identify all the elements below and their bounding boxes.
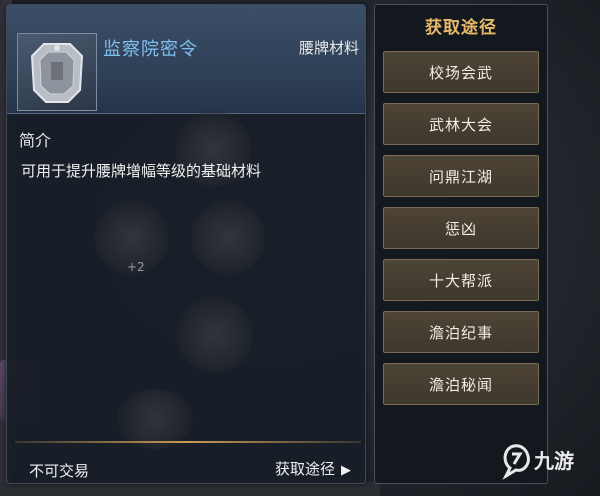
item-icon-frame [17,33,97,111]
silver-token-icon [30,43,84,103]
divider [15,441,361,443]
item-name: 监察院密令 [103,39,198,60]
background-level-text: +2 [127,260,145,274]
chevron-right-icon: ▶ [341,463,351,478]
source-panel: 获取途径 校场会武 武林大会 问鼎江湖 惩凶 十大帮派 澹泊纪事 澹泊秘闻 [374,4,548,484]
background-skill-circle [177,297,253,373]
source-panel-title: 获取途径 [425,18,497,38]
item-description: 可用于提升腰牌增幅等级的基础材料 [21,162,262,180]
source-option-button[interactable]: 澹泊秘闻 [383,363,539,405]
item-header: 监察院密令 腰牌材料 [7,5,365,114]
source-option-button[interactable]: 武林大会 [383,103,539,145]
source-option-button[interactable]: 惩凶 [383,207,539,249]
background-bottom-bar [0,482,380,496]
background-skill-circle [191,201,265,275]
source-option-button[interactable]: 十大帮派 [383,259,539,301]
source-link-label: 获取途径 [274,460,335,478]
item-tooltip-panel: 监察院密令 腰牌材料 +2 简介 可用于提升腰牌增幅等级的基础材料 不可交易 获… [6,4,366,484]
jiuyou-logo-icon: 九游 [502,444,574,480]
item-category: 腰牌材料 [298,39,359,57]
section-title: 简介 [19,131,52,150]
source-option-button[interactable]: 澹泊纪事 [383,311,539,353]
background-skill-circle [117,389,193,449]
source-option-button[interactable]: 校场会武 [383,51,539,93]
source-option-button[interactable]: 问鼎江湖 [383,155,539,197]
source-link-button[interactable]: 获取途径 ▶ [275,458,351,479]
svg-text:九游: 九游 [533,449,574,473]
trade-status: 不可交易 [29,462,90,480]
